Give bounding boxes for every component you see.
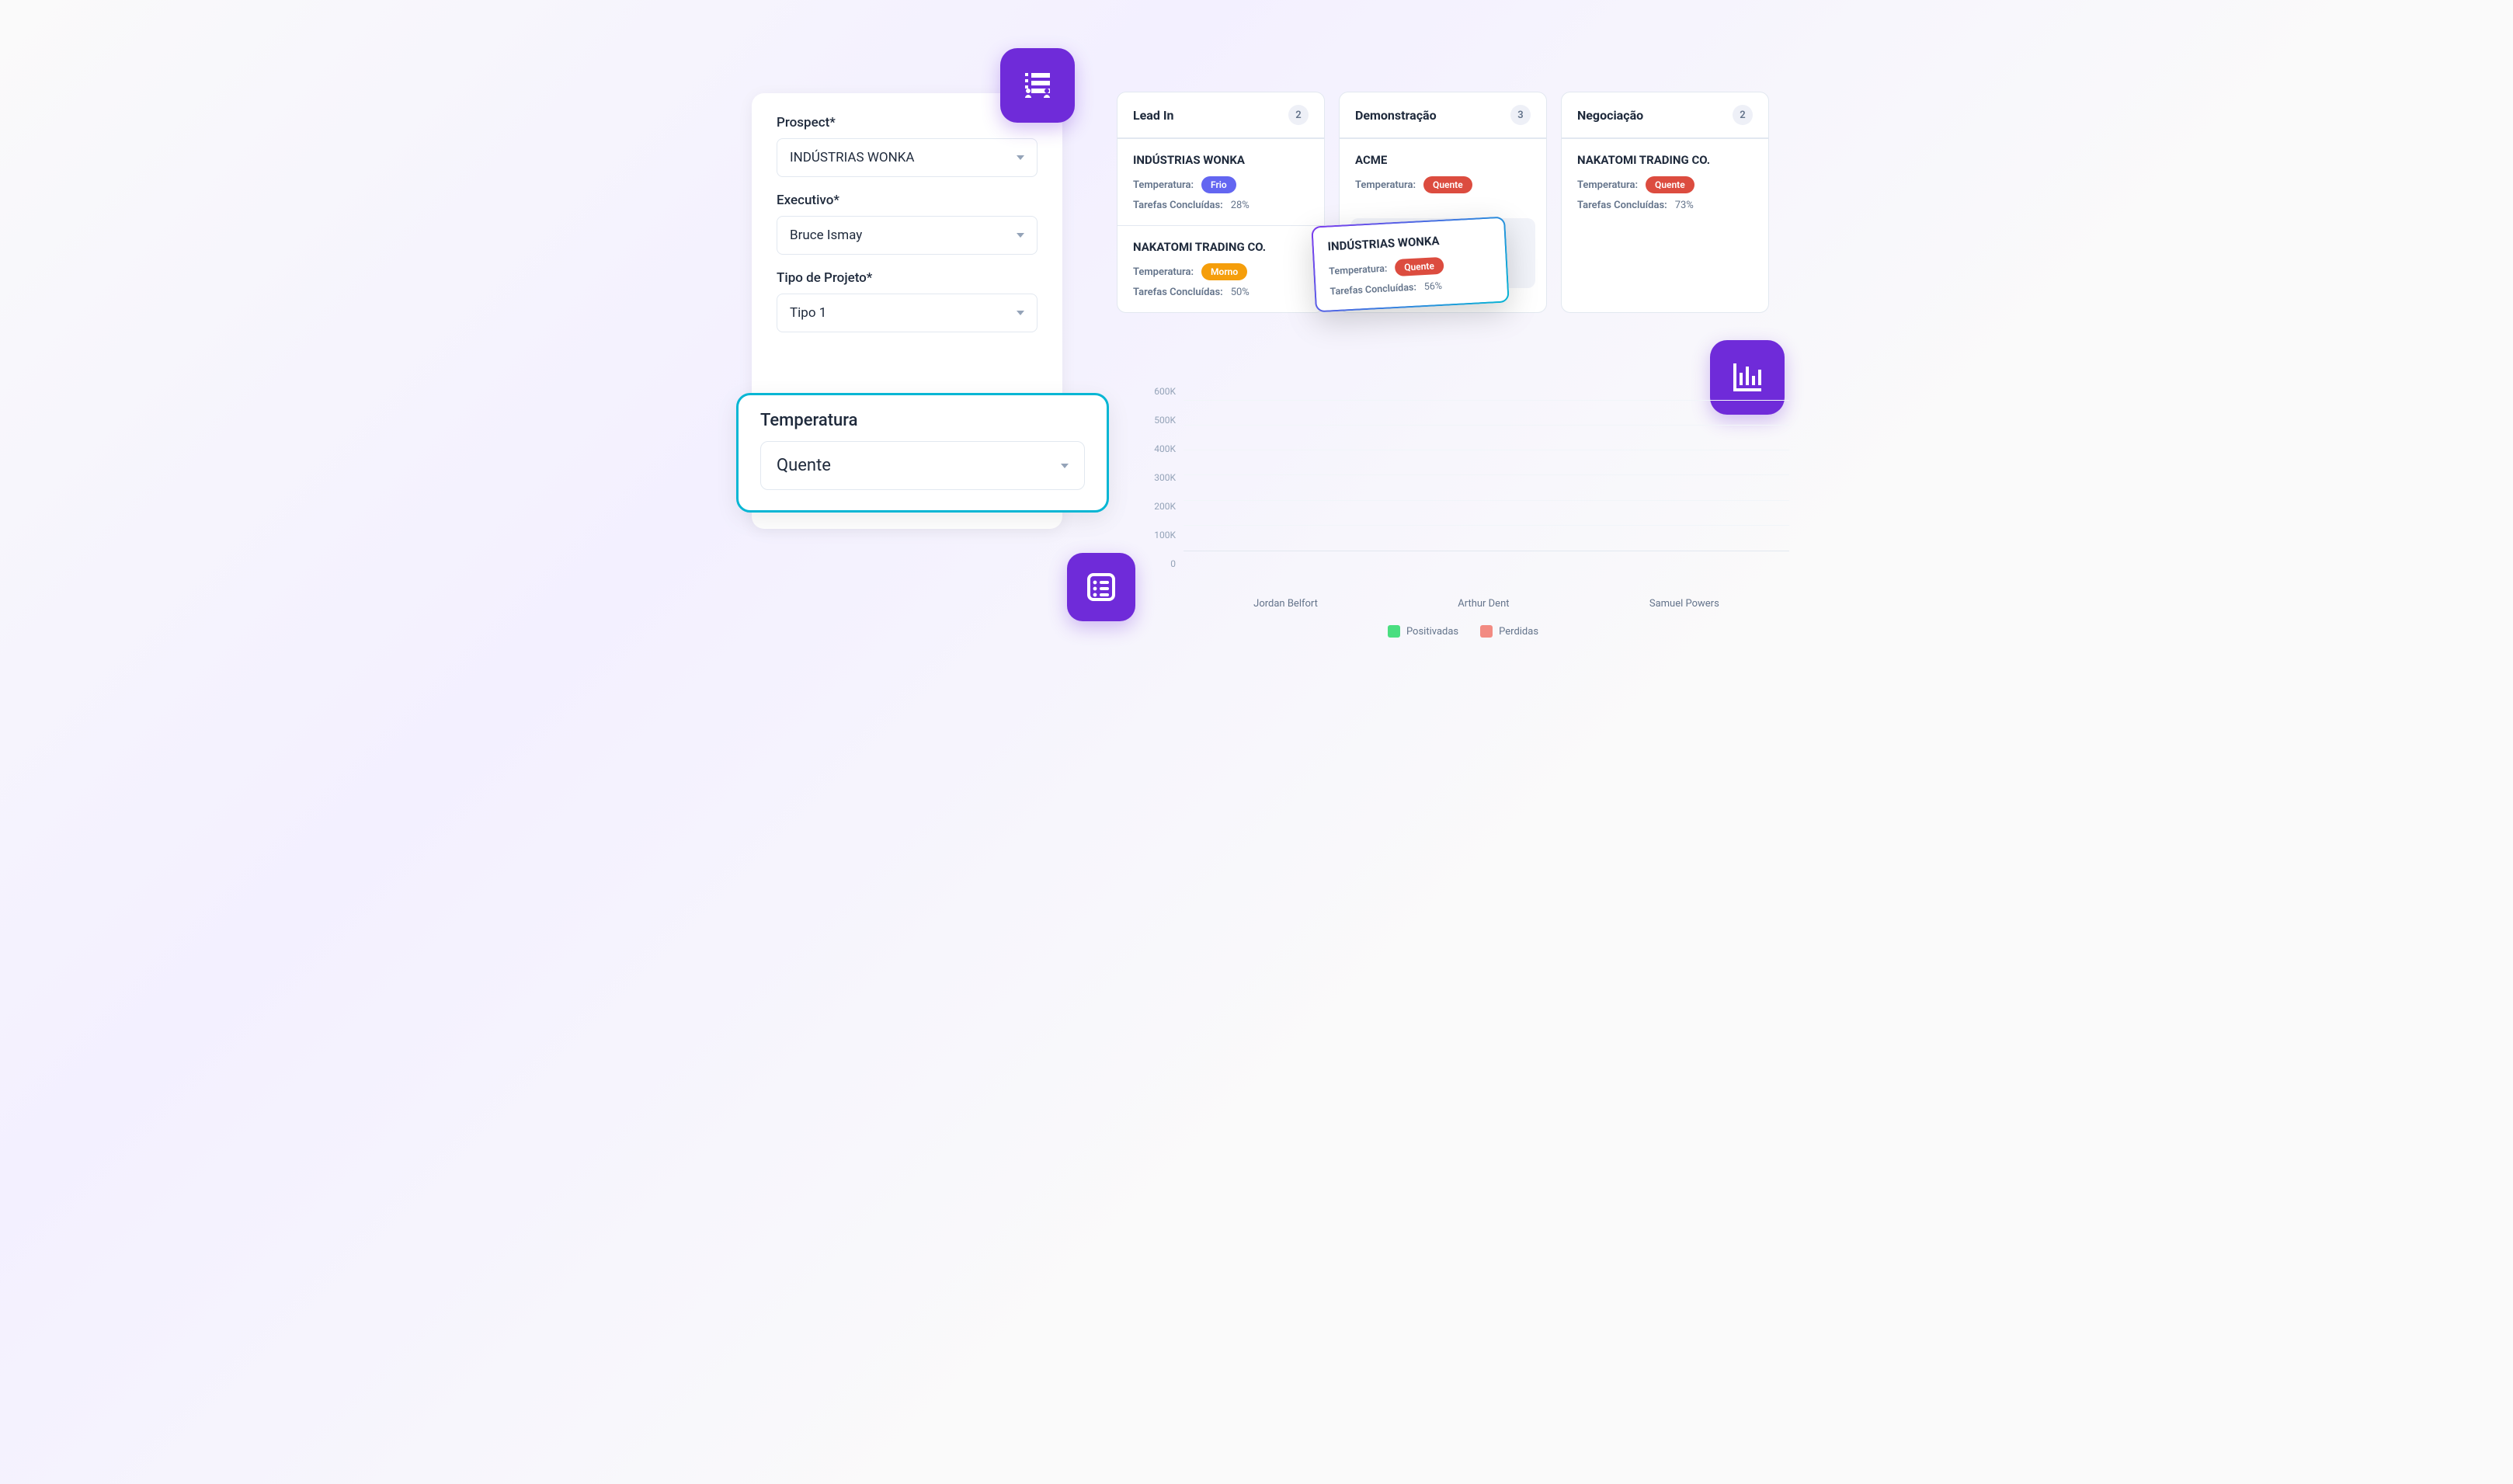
legend-label: Positivadas	[1406, 626, 1458, 638]
temp-label: Temperatura:	[1329, 262, 1388, 277]
column-count: 3	[1510, 105, 1531, 125]
contacts-icon-tile	[1000, 48, 1075, 123]
temp-label: Temperatura:	[1577, 179, 1638, 191]
xlabel: Arthur Dent	[1458, 598, 1509, 610]
xlabel: Samuel Powers	[1649, 598, 1719, 610]
project-type-select[interactable]: Tipo 1	[777, 294, 1038, 332]
temp-label: Temperatura:	[1133, 266, 1194, 278]
list-icon	[1083, 568, 1120, 606]
temperature-select[interactable]: Quente	[760, 441, 1085, 490]
done-value: 56%	[1423, 280, 1442, 293]
ytick: 100K	[1154, 530, 1176, 540]
xlabel: Jordan Belfort	[1253, 598, 1318, 610]
chart-xlabels: Jordan Belfort Arthur Dent Samuel Powers	[1137, 598, 1789, 610]
chart-panel: 0 100K 200K 300K 400K 500K 600K Jordan B…	[1137, 388, 1789, 638]
executive-value: Bruce Ismay	[790, 228, 862, 243]
chevron-down-icon	[1061, 464, 1069, 468]
column-header: Lead In 2	[1117, 92, 1324, 138]
project-type-group: Tipo de Projeto* Tipo 1	[777, 270, 1038, 332]
done-label: Tarefas Concluídas:	[1329, 282, 1416, 298]
kanban-column-nego: Negociação 2 NAKATOMI TRADING CO. Temper…	[1561, 92, 1769, 313]
prospect-value: INDÚSTRIAS WONKA	[790, 150, 914, 165]
ytick: 300K	[1154, 472, 1176, 483]
kanban-card[interactable]: INDÚSTRIAS WONKA Temperatura: Frio Tarefa…	[1117, 138, 1324, 225]
column-title: Demonstração	[1355, 108, 1437, 123]
temp-label: Temperatura:	[1355, 179, 1416, 191]
project-type-value: Tipo 1	[790, 305, 826, 321]
column-header: Demonstração 3	[1340, 92, 1546, 138]
column-header: Negociação 2	[1562, 92, 1768, 138]
temp-pill: Quente	[1395, 257, 1444, 276]
temp-pill: Frio	[1201, 176, 1236, 193]
done-label: Tarefas Concluídas:	[1133, 200, 1223, 211]
executive-label: Executivo*	[777, 193, 1038, 208]
ytick: 500K	[1154, 415, 1176, 426]
chart-plot	[1184, 388, 1789, 551]
kanban-card[interactable]: NAKATOMI TRADING CO. Temperatura:Quente …	[1562, 138, 1768, 225]
ytick: 400K	[1154, 443, 1176, 454]
legend-swatch	[1480, 625, 1493, 638]
contacts-icon	[1019, 67, 1056, 104]
card-title: INDÚSTRIAS WONKA	[1327, 231, 1491, 254]
done-value: 50%	[1231, 287, 1250, 298]
column-title: Negociação	[1577, 108, 1643, 123]
legend-label: Perdidas	[1499, 626, 1538, 638]
chevron-down-icon	[1017, 233, 1024, 238]
prospect-group: Prospect* INDÚSTRIAS WONKA	[777, 115, 1038, 177]
chevron-down-icon	[1017, 155, 1024, 160]
done-value: 73%	[1675, 200, 1694, 211]
done-label: Tarefas Concluídas:	[1577, 200, 1667, 211]
executive-group: Executivo* Bruce Ismay	[777, 193, 1038, 255]
kanban-column-lead-in: Lead In 2 INDÚSTRIAS WONKA Temperatura: F…	[1117, 92, 1325, 313]
done-label: Tarefas Concluídas:	[1133, 287, 1223, 298]
chevron-down-icon	[1017, 311, 1024, 315]
chart-yaxis: 0 100K 200K 300K 400K 500K 600K	[1137, 388, 1180, 575]
ytick: 200K	[1154, 501, 1176, 512]
column-title: Lead In	[1133, 108, 1174, 123]
chart-legend: Positivadas Perdidas	[1137, 625, 1789, 638]
temperature-highlight: Temperatura Quente	[736, 393, 1109, 513]
temp-pill: Quente	[1423, 176, 1472, 193]
kanban-card[interactable]: NAKATOMI TRADING CO. Temperatura: Morno T…	[1117, 225, 1324, 312]
legend-swatch	[1388, 625, 1400, 638]
card-title: ACME	[1355, 153, 1531, 167]
kanban-card[interactable]: ACME Temperatura: Quente	[1340, 138, 1546, 207]
legend-item: Perdidas	[1480, 625, 1538, 638]
ytick: 600K	[1154, 386, 1176, 397]
legend-item: Positivadas	[1388, 625, 1458, 638]
temp-pill: Morno	[1201, 263, 1247, 280]
column-count: 2	[1733, 105, 1753, 125]
list-icon-tile	[1067, 553, 1135, 621]
card-title: INDÚSTRIAS WONKA	[1133, 153, 1309, 167]
temp-pill: Quente	[1646, 176, 1694, 193]
dragged-card[interactable]: INDÚSTRIAS WONKA Temperatura: Quente Tare…	[1311, 217, 1509, 313]
project-type-label: Tipo de Projeto*	[777, 270, 1038, 286]
temp-label: Temperatura:	[1133, 179, 1194, 191]
card-title: NAKATOMI TRADING CO.	[1133, 240, 1309, 254]
temperature-label: Temperatura	[760, 411, 1085, 430]
temperature-value: Quente	[777, 456, 831, 475]
card-title: NAKATOMI TRADING CO.	[1577, 153, 1753, 167]
done-value: 28%	[1231, 200, 1250, 211]
prospect-label: Prospect*	[777, 115, 1038, 130]
column-count: 2	[1288, 105, 1309, 125]
prospect-select[interactable]: INDÚSTRIAS WONKA	[777, 138, 1038, 177]
executive-select[interactable]: Bruce Ismay	[777, 216, 1038, 255]
ytick: 0	[1170, 558, 1176, 569]
